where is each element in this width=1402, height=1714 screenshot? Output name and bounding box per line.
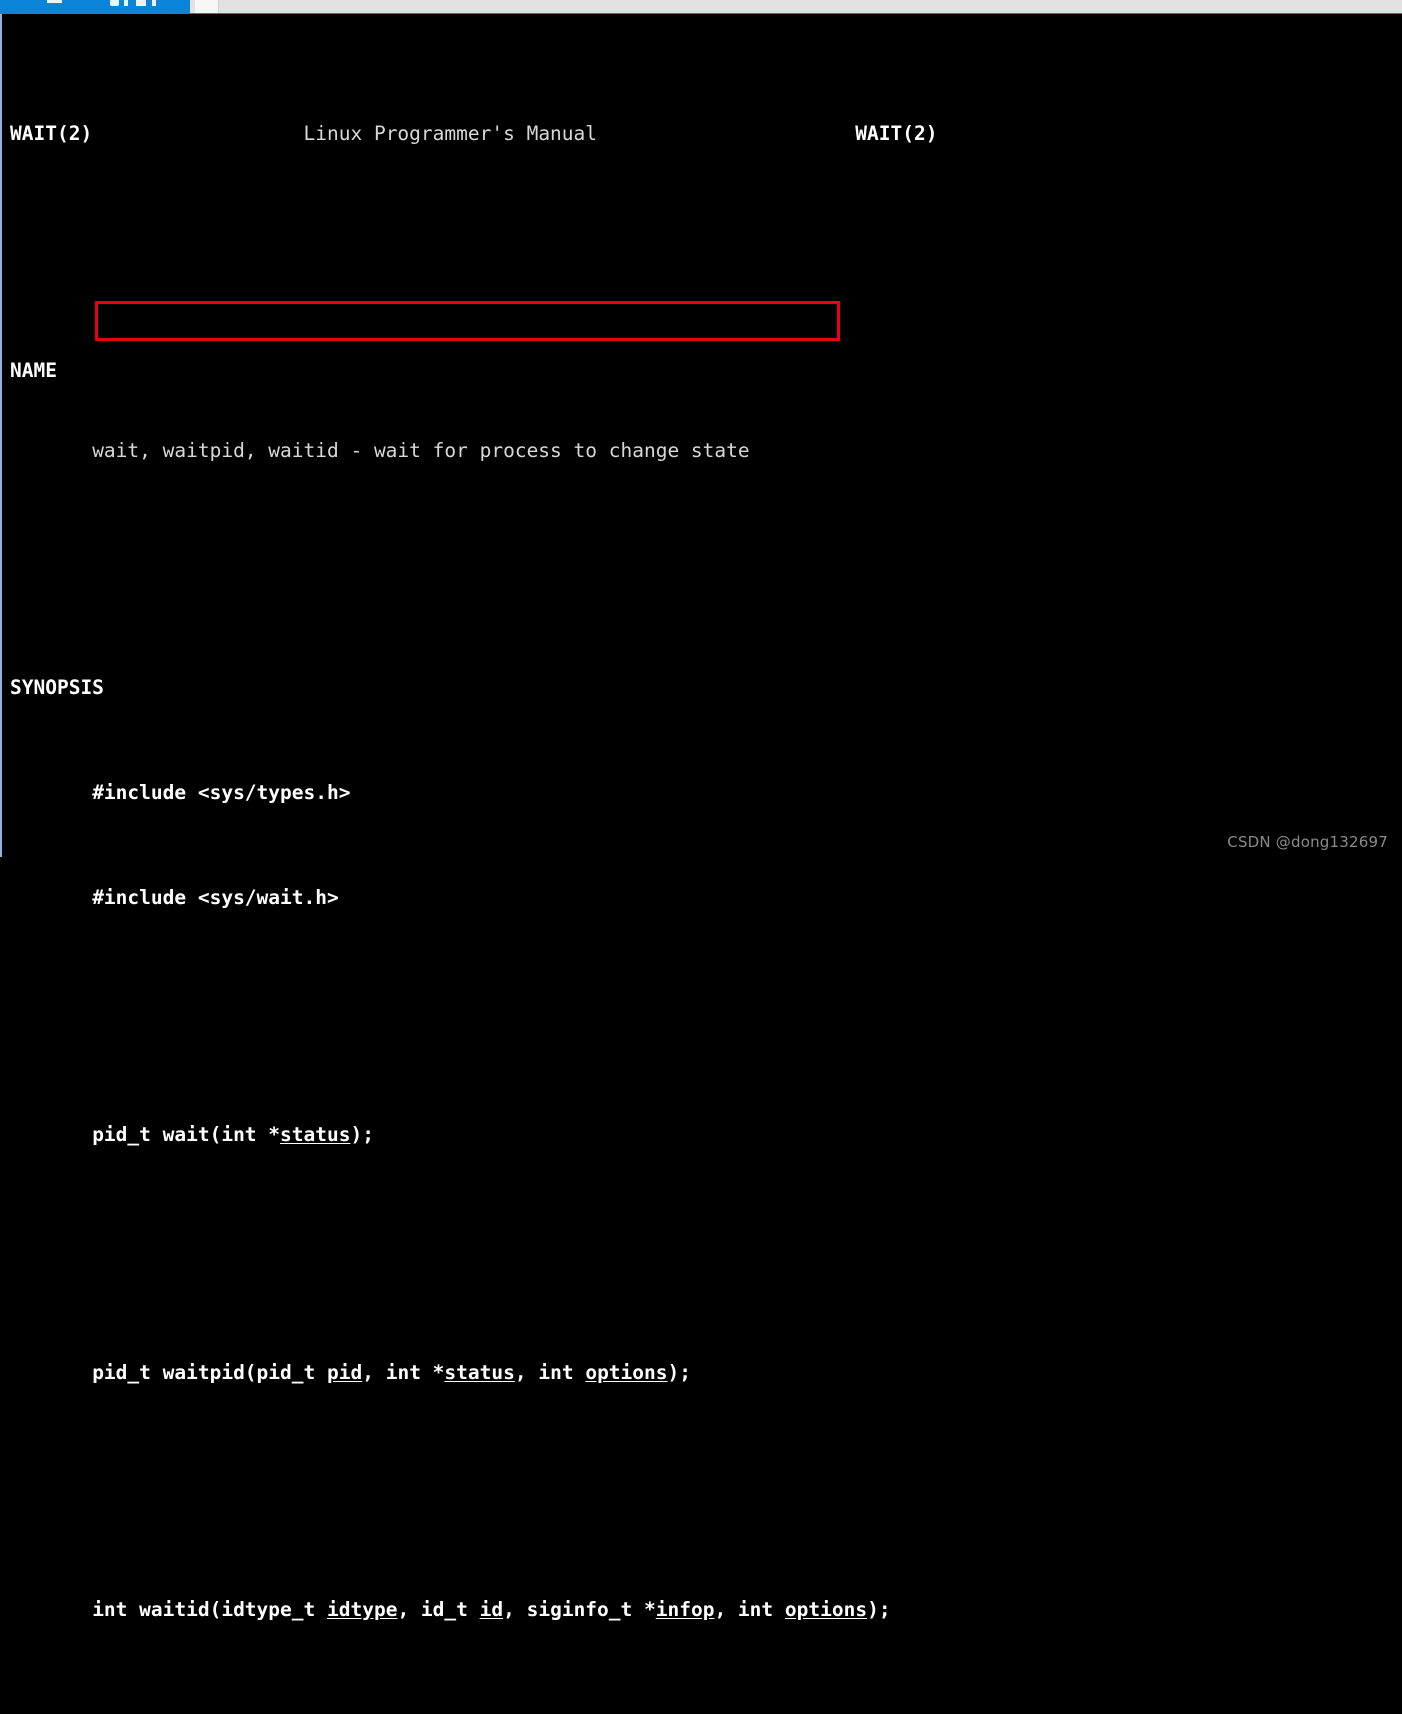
waitpid-proto-part-2: , int * <box>362 1360 445 1384</box>
prototype-waitpid: pid_t waitpid(pid_t pid, int *status, in… <box>2 1360 1402 1386</box>
man-header-gap-1 <box>92 122 303 145</box>
waitid-proto-param-options: options <box>784 1597 868 1621</box>
man-header-line: WAIT(2) Linux Programmer's Manual WAIT(2… <box>2 121 1402 147</box>
waitpid-proto-part-4: ); <box>667 1360 691 1384</box>
waitpid-proto-part-1: pid_t waitpid(pid_t <box>92 1360 327 1384</box>
waitid-proto-part-4: , int <box>714 1597 785 1621</box>
prototype-waitid: int waitid(idtype_t idtype, id_t id, sig… <box>2 1597 1402 1623</box>
tab-glyph-fragment-icon <box>152 0 156 6</box>
man-header-gap-2 <box>597 122 855 145</box>
tab-glyph-fragment-icon <box>124 0 128 6</box>
man-header-right: WAIT(2) <box>855 122 938 146</box>
section-heading-name: NAME <box>2 358 1402 384</box>
browser-tab-strip <box>0 0 1402 14</box>
waitid-proto-param-infop: infop <box>655 1597 715 1621</box>
heading-synopsis-label: SYNOPSIS <box>10 675 104 699</box>
wait-proto-post: ); <box>350 1123 374 1147</box>
new-tab-button[interactable] <box>195 0 219 13</box>
waitid-proto-param-id: id <box>479 1597 504 1621</box>
terminal-window[interactable]: WAIT(2) Linux Programmer's Manual WAIT(2… <box>0 14 1402 1621</box>
heading-name-label: NAME <box>10 359 57 383</box>
wait-proto-pre: pid_t wait(int * <box>92 1123 281 1147</box>
active-tab[interactable] <box>0 0 190 14</box>
synopsis-include-line-2: #include <sys/wait.h> <box>2 885 1402 911</box>
csdn-watermark: CSDN @dong132697 <box>1227 833 1388 851</box>
man-header-center: Linux Programmer's Manual <box>303 122 598 146</box>
waitid-proto-part-2: , id_t <box>397 1597 480 1621</box>
waitid-proto-param-idtype: idtype <box>327 1597 398 1621</box>
synopsis-include-line-1: #include <sys/types.h> <box>2 780 1402 806</box>
waitpid-proto-param-status: status <box>444 1360 515 1384</box>
waitid-proto-part-3: , siginfo_t * <box>503 1597 656 1621</box>
name-body-text: wait, waitpid, waitid - wait for process… <box>92 438 750 462</box>
waitpid-proto-part-3: , int <box>514 1360 586 1384</box>
include-types-header: #include <sys/types.h> <box>92 780 351 804</box>
waitid-proto-part-1: int waitid(idtype_t <box>92 1597 327 1621</box>
tab-glyph-fragment-icon <box>47 0 62 3</box>
tab-glyph-fragment-icon <box>110 0 119 6</box>
waitid-proto-part-5: ); <box>867 1597 891 1621</box>
name-body-line: wait, waitpid, waitid - wait for process… <box>2 438 1402 464</box>
man-page-screen: WAIT(2) Linux Programmer's Manual WAIT(2… <box>2 14 1402 1620</box>
prototype-wait: pid_t wait(int *status); <box>2 1122 1402 1148</box>
waitpid-proto-param-options: options <box>585 1360 668 1384</box>
man-header-left: WAIT(2) <box>10 122 93 146</box>
waitpid-proto-param-pid: pid <box>327 1360 363 1384</box>
include-wait-header: #include <sys/wait.h> <box>92 886 339 910</box>
section-heading-synopsis: SYNOPSIS <box>2 675 1402 701</box>
wait-proto-param-status: status <box>280 1123 351 1147</box>
tab-glyph-fragment-icon <box>136 0 146 6</box>
